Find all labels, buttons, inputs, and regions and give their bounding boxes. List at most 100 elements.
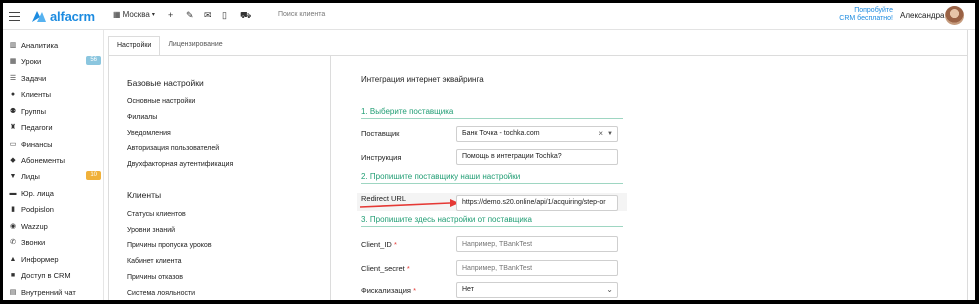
required-mark: * — [413, 286, 416, 295]
sidebar-item-label: Лиды — [21, 171, 40, 181]
section-heading-provider: 1. Выберите поставщика — [361, 107, 623, 119]
settings-link-knowledge-levels[interactable]: Уровни знаний — [127, 227, 175, 234]
provider-label: Поставщик — [361, 129, 400, 138]
briefcase-icon: ▬ — [9, 189, 17, 197]
logo[interactable]: alfacrm — [31, 8, 95, 24]
tab-settings[interactable]: Настройки — [108, 36, 161, 56]
sidebar-item-internal-chat[interactable]: ▤ Внутренний чат — [8, 285, 103, 299]
settings-link-loyalty[interactable]: Система лояльности — [127, 290, 195, 297]
ticket-icon: ◆ — [10, 157, 16, 164]
chevron-down-icon: ▾ — [151, 12, 155, 18]
settings-link-absence-reasons[interactable]: Причины пропуска уроков — [127, 242, 212, 249]
settings-link-refusal-reasons[interactable]: Причины отказов — [127, 274, 183, 281]
tab-licensing[interactable]: Лицензирование — [160, 36, 230, 54]
wrench-icon[interactable]: ✎ — [186, 10, 194, 21]
sidebar-item-lessons[interactable]: ▦ Уроки 56 — [8, 54, 103, 68]
client-id-label-text: Client_ID — [361, 240, 392, 249]
menu-burger-icon[interactable] — [9, 9, 20, 22]
sidebar-item-legal-entities[interactable]: ▬ Юр. лица — [8, 186, 103, 200]
settings-link-main[interactable]: Основные настройки — [127, 98, 195, 105]
branch-selector[interactable]: ▦ Москва ▾ — [113, 10, 155, 19]
settings-link-user-auth[interactable]: Авторизация пользователей — [127, 145, 219, 152]
section-heading-our-settings: 2. Пропишите поставщику наши настройки — [361, 172, 623, 184]
fiscal-label-text: Фискализация — [361, 286, 411, 295]
branch-label: Москва — [122, 10, 150, 19]
user-icon: ● — [10, 90, 16, 98]
branch-icon: ▦ — [113, 10, 121, 19]
sidebar-item-leads[interactable]: ▼ Лиды 10 — [8, 169, 103, 183]
instruction-label: Инструкция — [361, 153, 402, 162]
chevron-down-icon: ▼ — [607, 131, 613, 137]
fiscal-label: Фискализация * — [361, 286, 416, 295]
user-name[interactable]: Александра — [900, 11, 944, 20]
money-icon: ▭ — [9, 141, 17, 148]
sidebar-item-label: Аналитика — [21, 40, 59, 50]
sidebar-item-informer[interactable]: ▲ Информер — [8, 252, 103, 266]
logo-text: alfacrm — [50, 8, 95, 24]
app-window: alfacrm ▦ Москва ▾ + ✎ ✉ ▯ ⛟ Поиск клиен… — [3, 3, 975, 300]
plus-icon[interactable]: + — [168, 10, 173, 20]
required-mark: * — [406, 264, 410, 273]
phone-icon[interactable]: ▯ — [222, 10, 227, 21]
client-secret-label: Client_secret * — [361, 264, 410, 273]
sidebar-item-subscriptions[interactable]: ◆ Абонементы — [8, 153, 103, 167]
sidebar-item-label: Абонементы — [21, 155, 66, 165]
settings-link-client-statuses[interactable]: Статусы клиентов — [127, 211, 186, 218]
leads-count-badge: 10 — [86, 171, 101, 180]
whatsapp-icon: ◉ — [9, 223, 17, 230]
sidebar-item-clients[interactable]: ● Клиенты — [8, 87, 103, 101]
client-secret-input[interactable] — [456, 260, 618, 276]
search-input[interactable]: Поиск клиента — [278, 11, 325, 18]
sidebar-item-calls[interactable]: ✆ Звонки — [8, 235, 103, 249]
redirect-url-field[interactable]: https://demo.s20.online/api/1/acquiring/… — [456, 195, 618, 211]
settings-link-branches[interactable]: Филиалы — [127, 114, 157, 121]
avatar[interactable] — [945, 6, 964, 25]
sidebar: ▥ Аналитика ▦ Уроки 56 ☰ Задачи ● Клиент… — [3, 30, 104, 300]
required-mark: * — [393, 240, 397, 249]
sidebar-item-finance[interactable]: ▭ Финансы — [8, 137, 103, 151]
sidebar-item-wazzup[interactable]: ◉ Wazzup — [8, 219, 103, 233]
client-id-input[interactable] — [456, 236, 618, 252]
client-secret-label-text: Client_secret — [361, 264, 405, 273]
sidebar-item-label: Wazzup — [21, 221, 48, 231]
sidebar-item-label: Звонки — [21, 237, 46, 247]
tasks-icon: ☰ — [9, 75, 17, 82]
sidebar-item-podpislon[interactable]: ▮ Podpislon — [8, 202, 103, 216]
clear-icon[interactable]: × — [598, 127, 603, 141]
sidebar-item-label: Задачи — [21, 73, 47, 83]
sidebar-item-label: Группы — [21, 106, 46, 116]
sidebar-item-label: Уроки — [21, 56, 42, 66]
sidebar-item-label: Клиенты — [21, 89, 52, 99]
sidebar-item-analytics[interactable]: ▥ Аналитика — [8, 38, 103, 52]
settings-link-notifications[interactable]: Уведомления — [127, 130, 171, 137]
promo-link[interactable]: Попробуйте CRM бесплатно! — [833, 7, 893, 23]
bell-icon: ▲ — [9, 255, 17, 263]
sidebar-item-teachers[interactable]: ♜ Педагоги — [8, 120, 103, 134]
clients-settings-title: Клиенты — [127, 190, 162, 200]
cart-icon[interactable]: ⛟ — [240, 10, 251, 22]
section-heading-provider-settings: 3. Пропишите здесь настройки от поставщи… — [361, 215, 623, 227]
phone-icon: ✆ — [10, 239, 16, 246]
mail-icon[interactable]: ✉ — [204, 10, 212, 21]
sidebar-item-groups[interactable]: ⚉ Группы — [8, 104, 103, 118]
provider-select[interactable]: Банк Точка - tochka.com × ▼ — [456, 126, 618, 142]
promo-line1: Попробуйте — [854, 7, 893, 14]
fiscal-select[interactable]: Нет ⌄ — [456, 282, 618, 298]
chevron-down-icon: ⌄ — [606, 285, 613, 294]
instruction-link[interactable]: Помощь в интеграции Tochka? — [456, 149, 618, 165]
sidebar-item-tasks[interactable]: ☰ Задачи — [8, 71, 103, 85]
sidebar-item-label: Доступ в CRM — [21, 270, 71, 280]
content-right-border — [967, 30, 968, 300]
settings-link-client-cabinet[interactable]: Кабинет клиента — [127, 258, 181, 265]
sidebar-item-label: Podpislon — [21, 204, 54, 214]
fiscal-value: Нет — [462, 286, 474, 293]
sidebar-item-label: Внутренний чат — [21, 287, 76, 297]
settings-tabs: Настройки Лицензирование — [108, 36, 231, 56]
lessons-count-badge: 56 — [86, 56, 101, 65]
doc-icon: ▮ — [11, 206, 15, 213]
settings-link-2fa[interactable]: Двухфакторная аутентификация — [127, 161, 233, 168]
sidebar-item-crm-access[interactable]: ■ Доступ в CRM — [8, 268, 103, 282]
annotation-arrow-icon — [359, 199, 459, 208]
graduation-cap-icon: ♜ — [9, 124, 17, 131]
chart-icon: ▥ — [9, 42, 17, 49]
